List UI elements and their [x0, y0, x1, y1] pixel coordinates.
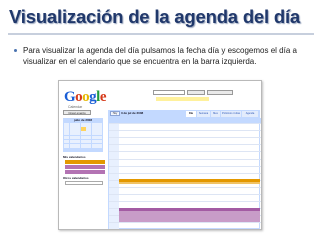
mini-calendar-day[interactable] — [69, 139, 75, 144]
hour-row[interactable] — [109, 137, 261, 144]
mini-calendar-day[interactable] — [91, 139, 97, 144]
logo-letter: g — [89, 89, 97, 105]
mini-calendar-day[interactable] — [97, 143, 102, 148]
google-calendar-screenshot: Google Calendar Crear evento julio de 20… — [58, 80, 262, 230]
mini-calendar-day[interactable] — [75, 127, 80, 131]
mini-calendar-day[interactable] — [91, 135, 97, 140]
current-date: 3 de jul de 2008 — [121, 111, 144, 115]
mini-calendar-day[interactable] — [91, 127, 97, 131]
mini-calendar-day[interactable] — [80, 135, 86, 140]
mini-calendar-day[interactable] — [64, 123, 69, 127]
mini-calendar[interactable]: julio de 2008 — [63, 118, 103, 152]
mini-calendar-day[interactable] — [69, 143, 75, 148]
mini-calendar-day[interactable] — [86, 127, 91, 131]
mini-calendar-day[interactable] — [97, 135, 102, 140]
bullet-text: Para visualizar la agenda del día pulsam… — [23, 46, 297, 66]
mini-calendar-day[interactable] — [91, 131, 97, 136]
calendar-toolbar: Hoy 3 de jul de 2008 Día Semana Mes Próx… — [108, 110, 260, 117]
mini-calendar-day[interactable] — [97, 139, 102, 144]
mini-calendar-day[interactable] — [86, 131, 91, 136]
search-button[interactable] — [187, 90, 205, 95]
mini-calendar-day[interactable] — [64, 127, 69, 131]
today-button[interactable]: Hoy — [110, 111, 120, 116]
hour-row[interactable] — [109, 194, 261, 201]
mini-calendar-day[interactable] — [97, 123, 102, 127]
logo-letter: o — [82, 89, 90, 105]
mini-calendar-day[interactable] — [86, 139, 91, 144]
calendar-entry-1[interactable] — [65, 160, 105, 164]
mini-calendar-day[interactable] — [97, 131, 102, 136]
mini-calendar-day[interactable] — [75, 123, 80, 127]
calendar-entry-3[interactable] — [65, 170, 105, 174]
slide-title: Visualización de la agenda del día — [9, 6, 301, 27]
mini-calendar-day[interactable] — [80, 123, 86, 127]
title-divider — [8, 33, 314, 35]
hour-row[interactable] — [109, 123, 261, 130]
mini-calendar-day[interactable] — [80, 131, 86, 136]
mini-calendar-grid[interactable] — [63, 123, 103, 148]
hour-row[interactable] — [109, 186, 261, 194]
logo-letter: e — [99, 89, 107, 105]
my-calendars-heading[interactable]: Mis calendarios — [63, 155, 86, 159]
mini-calendar-day[interactable] — [69, 127, 75, 131]
hour-row[interactable] — [109, 130, 261, 137]
event-block-body[interactable] — [119, 211, 260, 222]
add-calendar-input[interactable] — [65, 181, 103, 185]
mini-calendar-day[interactable] — [86, 143, 91, 148]
notice-bar — [156, 97, 209, 101]
hour-row[interactable] — [109, 222, 261, 229]
mini-calendar-day[interactable] — [91, 123, 97, 127]
mini-calendar-day[interactable] — [64, 143, 69, 148]
mini-calendar-day[interactable] — [91, 143, 97, 148]
mini-calendar-day[interactable] — [64, 131, 69, 136]
mini-calendar-day[interactable] — [64, 135, 69, 140]
hour-row[interactable] — [109, 144, 261, 151]
logo-subtitle: Calendar — [68, 105, 83, 109]
mini-calendar-day[interactable] — [86, 135, 91, 140]
mini-calendar-day[interactable] — [64, 139, 69, 144]
search-public-button[interactable] — [207, 90, 233, 95]
other-calendars-heading[interactable]: Otros calendarios — [63, 176, 89, 180]
logo-letter: o — [75, 89, 83, 105]
hour-row[interactable] — [109, 151, 261, 158]
mini-calendar-day[interactable] — [69, 123, 75, 127]
calendar-entry-2[interactable] — [65, 165, 105, 169]
mini-calendar-day[interactable] — [80, 127, 86, 131]
hour-row[interactable] — [109, 158, 261, 166]
mini-calendar-day[interactable] — [75, 135, 80, 140]
create-event-button[interactable]: Crear evento — [63, 110, 91, 115]
mini-calendar-day[interactable] — [69, 135, 75, 140]
mini-calendar-day[interactable] — [80, 143, 86, 148]
mini-calendar-day[interactable] — [75, 139, 80, 144]
event-block-body[interactable] — [119, 181, 260, 184]
logo-letter: G — [64, 89, 76, 105]
mini-calendar-day[interactable] — [80, 139, 86, 144]
bullet-item: Para visualizar la agenda del día pulsam… — [14, 45, 314, 67]
mini-calendar-day[interactable] — [97, 127, 102, 131]
mini-calendar-day[interactable] — [75, 131, 80, 136]
mini-calendar-day[interactable] — [86, 123, 91, 127]
hour-row[interactable] — [109, 165, 261, 173]
mini-calendar-day[interactable] — [69, 131, 75, 136]
mini-calendar-day[interactable] — [75, 143, 80, 148]
day-view[interactable] — [108, 117, 261, 229]
search-input[interactable] — [153, 90, 185, 95]
bullet-icon — [14, 49, 17, 52]
google-calendar-logo: Google — [64, 89, 107, 106]
